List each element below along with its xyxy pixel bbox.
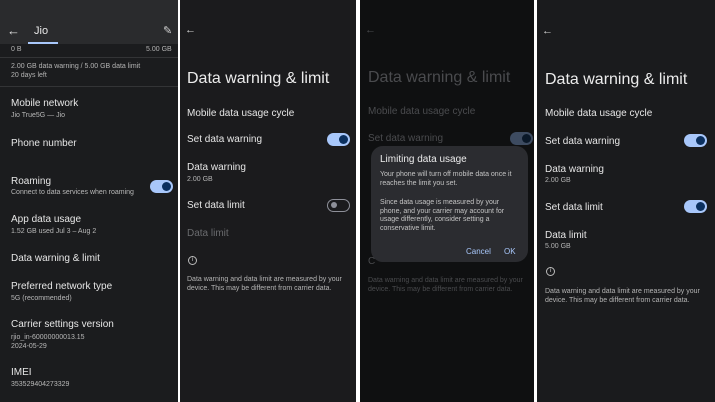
- dialog-cancel-button[interactable]: Cancel: [466, 247, 491, 256]
- dialog-title: Limiting data usage: [380, 154, 467, 165]
- set-data-warning-label: Set data warning: [545, 136, 621, 147]
- set-data-warning-toggle[interactable]: [684, 134, 707, 147]
- tab-indicator: [28, 42, 58, 44]
- set-data-limit-toggle[interactable]: [327, 199, 350, 212]
- item-subtitle: Connect to data services when roaming: [11, 189, 134, 196]
- item-title: Preferred network type: [11, 281, 113, 292]
- data-warning-limit-panel-final: ← Data warning & limit Mobile data usage…: [537, 0, 715, 402]
- item-title: Roaming: [11, 176, 52, 187]
- footnote: Data warning and data limit are measured…: [368, 277, 523, 293]
- app-bar: [0, 0, 178, 44]
- usage-range-min: 0 B: [11, 46, 22, 53]
- item-subtitle: 353529404273329: [11, 381, 70, 388]
- edit-pencil-icon[interactable]: ✎: [163, 24, 172, 37]
- set-data-warning-toggle[interactable]: [327, 133, 350, 146]
- set-data-limit-label: Set data limit: [187, 200, 245, 211]
- usage-cycle-item[interactable]: Mobile data usage cycle: [545, 108, 652, 119]
- item-title: Data warning & limit: [11, 253, 100, 264]
- usage-summary: 2.00 GB data warning / 5.00 GB data limi…: [11, 63, 141, 70]
- dialog-ok-button[interactable]: OK: [504, 247, 516, 256]
- info-icon: i: [546, 267, 555, 276]
- back-arrow-icon[interactable]: ←: [185, 24, 196, 36]
- divider: [0, 57, 178, 58]
- back-arrow-icon[interactable]: ←: [7, 23, 20, 38]
- item-title: Mobile network: [11, 98, 79, 109]
- data-warning-item[interactable]: Data warning: [187, 162, 246, 173]
- data-limit-item-disabled: Data limit: [187, 228, 229, 239]
- item-subtitle: rjio_in-60000000013.15 2024-05-29: [11, 334, 85, 350]
- set-data-warning-label: Set data warning: [187, 134, 263, 145]
- mobile-network-settings-panel: ← Jio ✎ 0 B 5.00 GB 2.00 GB data warning…: [0, 0, 178, 402]
- page-title: Data warning & limit: [187, 70, 330, 87]
- usage-cycle-item[interactable]: Mobile data usage cycle: [187, 108, 294, 119]
- limiting-data-usage-dialog: Limiting data usage Your phone will turn…: [371, 146, 528, 262]
- item-title: Phone number: [11, 138, 77, 149]
- roaming-toggle[interactable]: [150, 180, 173, 193]
- back-arrow-icon: ←: [365, 24, 376, 36]
- set-data-limit-label: Set data limit: [545, 202, 603, 213]
- dialog-body-2: Since data usage is measured by your pho…: [380, 199, 505, 232]
- footnote: Data warning and data limit are measured…: [187, 276, 342, 292]
- item-title: IMEI: [11, 367, 32, 378]
- item-subtitle: Jio True5G — Jio: [11, 112, 66, 119]
- item-subtitle: 5G (recommended): [11, 295, 72, 302]
- back-arrow-icon[interactable]: ←: [542, 25, 553, 37]
- info-icon: i: [188, 256, 197, 265]
- data-warning-limit-panel-initial: ← Data warning & limit Mobile data usage…: [180, 0, 356, 402]
- usage-range-max: 5.00 GB: [146, 46, 172, 53]
- footnote: Data warning and data limit are measured…: [545, 288, 700, 304]
- divider: [0, 86, 178, 87]
- item-title: App data usage: [11, 214, 82, 225]
- set-data-limit-toggle[interactable]: [684, 200, 707, 213]
- item-subtitle: 1.52 GB used Jul 3 – Aug 2: [11, 228, 97, 235]
- page-title: Data warning & limit: [368, 69, 511, 86]
- usage-cycle-item: Mobile data usage cycle: [368, 106, 476, 117]
- set-data-warning-label: Set data warning: [368, 133, 444, 144]
- data-limit-value: 5.00 GB: [545, 243, 571, 250]
- data-limit-item[interactable]: Data limit: [545, 230, 587, 241]
- data-warning-value: 2.00 GB: [187, 176, 213, 183]
- sim-tab-jio[interactable]: Jio: [34, 25, 48, 37]
- set-data-warning-toggle: [510, 132, 533, 145]
- dialog-body-1: Your phone will turn off mobile data onc…: [380, 171, 512, 187]
- data-warning-item[interactable]: Data warning: [545, 164, 604, 175]
- page-title: Data warning & limit: [545, 71, 688, 88]
- days-left: 20 days left: [11, 72, 47, 79]
- data-warning-value: 2.00 GB: [545, 177, 571, 184]
- item-title: Carrier settings version: [11, 319, 114, 330]
